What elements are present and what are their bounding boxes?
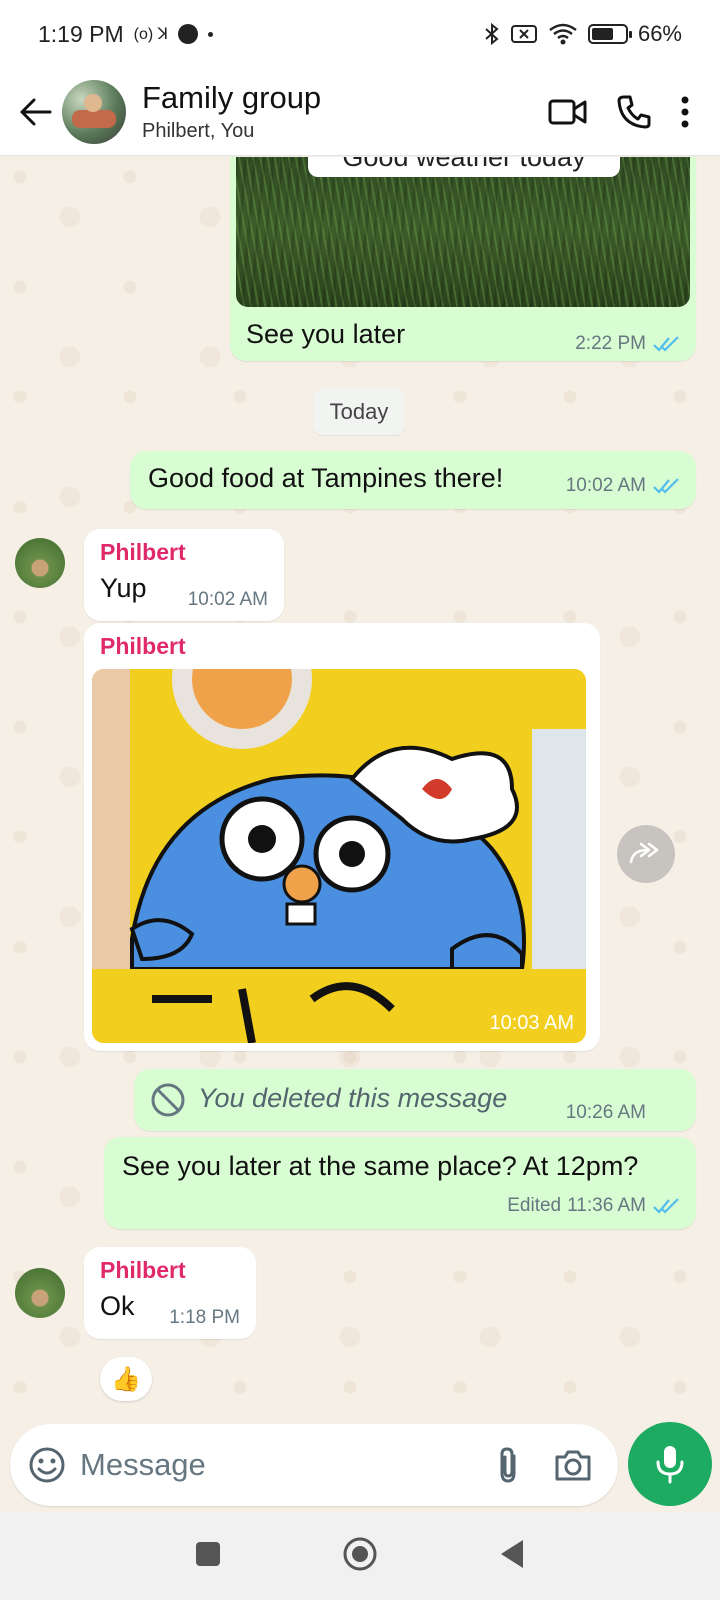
chat-header: Family group Philbert, You <box>0 68 720 156</box>
message-text: Ok <box>100 1291 135 1321</box>
grass-photo[interactable]: Good weather today <box>236 157 690 307</box>
sender-avatar[interactable] <box>15 1268 65 1318</box>
back-arrow-icon <box>20 98 52 125</box>
double-check-icon <box>653 1198 679 1214</box>
sender-avatar[interactable] <box>15 538 65 588</box>
chat-title: Family group <box>142 80 322 115</box>
edited-label: Edited <box>507 1195 562 1216</box>
message-meta: 10:02 AM <box>188 589 268 611</box>
group-avatar[interactable] <box>62 79 126 144</box>
paperclip-icon <box>500 1447 516 1483</box>
video-call-button[interactable] <box>548 97 588 127</box>
square-icon <box>196 1541 220 1566</box>
chat-area[interactable]: Good weather today See you later 2:22 PM… <box>0 157 720 1422</box>
message-text: See you later <box>246 319 406 349</box>
message-time: 10:02 AM <box>565 475 646 496</box>
blocked-icon <box>151 1083 185 1117</box>
message-time: 11:36 AM <box>567 1195 646 1216</box>
message-meta: Edited 11:36 AM <box>507 1195 680 1217</box>
voice-message-button[interactable] <box>628 1422 712 1506</box>
more-options-button[interactable] <box>680 95 690 129</box>
home-circle-icon <box>343 1537 377 1570</box>
chat-participants: Philbert, You <box>142 120 255 142</box>
more-notifications-icon <box>208 31 214 37</box>
message-time: 1:18 PM <box>169 1307 240 1328</box>
microphone-icon <box>656 1446 684 1484</box>
phone-icon <box>617 95 651 128</box>
back-triangle-icon <box>501 1539 523 1568</box>
message-text: Good food at Tampines there! <box>148 463 504 493</box>
no-sim-icon <box>510 25 537 43</box>
camera-icon <box>555 1450 591 1481</box>
chat-info[interactable]: Family group Philbert, You <box>142 80 321 143</box>
message-composer <box>10 1424 618 1506</box>
forward-arrow-icon <box>629 842 659 864</box>
sender-name: Philbert <box>100 539 186 565</box>
image-caption: Good weather today <box>308 157 620 177</box>
thumbs-up-reaction[interactable]: 👍 <box>100 1357 152 1401</box>
message-time: 10:26 AM <box>565 1102 646 1123</box>
back-nav-button[interactable] <box>498 1538 526 1575</box>
emoji-button[interactable] <box>28 1446 66 1484</box>
emoji-icon <box>29 1447 65 1483</box>
food-photo[interactable]: 10:03 AM <box>92 669 586 1043</box>
back-button[interactable] <box>10 82 60 142</box>
battery-icon <box>587 24 632 44</box>
message-bubble-incoming[interactable]: Philbert 10:03 AM <box>84 623 600 1051</box>
wifi-icon <box>549 23 577 45</box>
home-button[interactable] <box>342 1536 378 1577</box>
message-time: 2:22 PM <box>575 333 646 354</box>
camera-button[interactable] <box>554 1448 592 1482</box>
sender-name: Philbert <box>100 1257 186 1283</box>
message-bubble-outgoing[interactable]: Good food at Tampines there! 10:02 AM <box>130 451 696 509</box>
recents-button[interactable] <box>194 1540 222 1573</box>
message-meta: 10:03 AM <box>489 1012 574 1035</box>
system-nav-bar <box>0 1512 720 1600</box>
double-check-icon <box>653 478 679 494</box>
status-bar: 1:19 PM (o) ꓘ 66% <box>0 0 720 68</box>
bluetooth-icon <box>485 22 499 46</box>
message-text: Yup <box>100 573 147 603</box>
message-meta: 2:22 PM <box>575 333 680 355</box>
message-meta: 1:18 PM <box>169 1307 240 1329</box>
notification-dot-icon <box>178 24 199 44</box>
message-time: 10:02 AM <box>187 589 268 610</box>
message-text: See you later at the same place? At 12pm… <box>122 1151 639 1181</box>
sender-name: Philbert <box>100 633 186 659</box>
message-time: 10:03 AM <box>489 1012 574 1034</box>
double-check-icon <box>653 336 679 352</box>
voice-call-button[interactable] <box>616 94 652 130</box>
attach-button[interactable] <box>496 1446 520 1484</box>
message-meta: 10:26 AM <box>566 1102 646 1124</box>
battery-percent: 66% <box>637 21 682 46</box>
forward-button[interactable] <box>617 825 675 883</box>
message-input[interactable] <box>80 1447 496 1483</box>
message-bubble-outgoing[interactable]: Good weather today See you later 2:22 PM <box>230 157 696 361</box>
message-bubble-incoming[interactable]: Philbert Yup 10:02 AM <box>84 529 284 621</box>
message-meta: 10:02 AM <box>566 475 680 497</box>
more-vertical-icon <box>681 96 689 127</box>
deleted-message-text: You deleted this message <box>198 1083 508 1113</box>
status-indicators: (o) ꓘ <box>133 26 169 43</box>
status-time: 1:19 PM <box>38 20 124 47</box>
mole-sticker-illustration <box>92 669 586 1043</box>
video-camera-icon <box>548 99 587 124</box>
message-bubble-outgoing[interactable]: You deleted this message 10:26 AM <box>134 1069 696 1131</box>
message-bubble-outgoing[interactable]: See you later at the same place? At 12pm… <box>104 1137 696 1229</box>
message-bubble-incoming[interactable]: Philbert Ok 1:18 PM <box>84 1247 256 1339</box>
date-separator: Today <box>313 389 405 435</box>
